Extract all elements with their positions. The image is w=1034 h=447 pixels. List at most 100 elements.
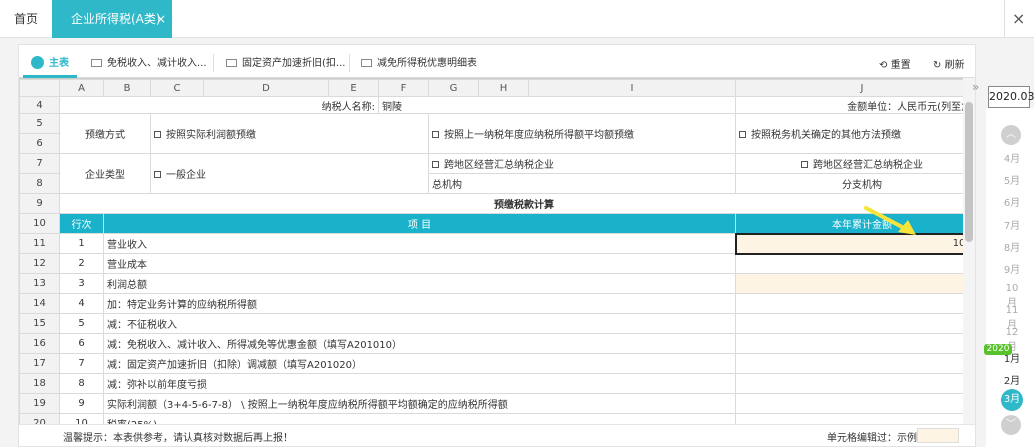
checkbox[interactable] <box>801 161 808 168</box>
amount-cell[interactable]: 0 <box>735 313 963 334</box>
item-label: 减：不征税收入 <box>103 313 736 334</box>
row-header[interactable]: 15 <box>19 313 60 334</box>
table-row: 4 纳税人名称: 铜陵 金额单位：人民币元(列至角分) <box>19 96 963 114</box>
scroll-down-icon[interactable]: ﹀ <box>1001 415 1021 435</box>
row-header[interactable]: 7 <box>19 153 60 174</box>
option-label: 按照实际利润额预缴 <box>166 130 256 141</box>
sheet-icon <box>91 59 102 67</box>
row-header[interactable]: 6 <box>19 133 60 154</box>
column-header[interactable]: F <box>378 79 429 97</box>
column-header[interactable]: G <box>428 79 479 97</box>
table-row: 18 8 减：弥补以前年度亏损 0 <box>19 373 963 394</box>
month-item[interactable]: 4月 <box>1001 150 1023 165</box>
amount-cell-selected[interactable]: 10000 <box>734 232 963 255</box>
subtab-exempt-income[interactable]: 免税收入、减计收入... <box>91 45 207 78</box>
month-item[interactable]: 8月 <box>1001 239 1023 254</box>
amount-cell[interactable]: 0 <box>735 353 963 374</box>
tab-corporate-income-tax-a[interactable]: 企业所得税(A类) × <box>52 0 172 38</box>
enterprise-option-general[interactable]: 一般企业 <box>150 153 429 194</box>
table-row: 13 3 利润总额 0 <box>19 273 963 294</box>
option-label: 跨地区经营汇总纳税企业 <box>444 160 554 171</box>
reset-button[interactable]: ⟲ 重置 <box>879 56 911 71</box>
period-input[interactable]: 2020.03 <box>988 86 1034 108</box>
column-header[interactable]: J <box>735 79 963 97</box>
row-header[interactable]: 10 <box>19 213 60 234</box>
line-no: 1 <box>59 233 104 254</box>
amount-cell[interactable]: 0 <box>735 293 963 314</box>
amount-cell[interactable]: 0 <box>735 393 963 414</box>
month-item[interactable]: 6月 <box>1001 194 1023 209</box>
scrollbar-thumb[interactable] <box>965 102 973 242</box>
vertical-scrollbar[interactable] <box>963 78 975 424</box>
amount-unit: 金额单位：人民币元(列至角分) <box>735 96 963 114</box>
row-header[interactable]: 12 <box>19 253 60 274</box>
item-label: 减：弥补以前年度亏损 <box>103 373 736 394</box>
month-item-current[interactable]: 3月 <box>1001 389 1023 411</box>
checkbox[interactable] <box>154 171 161 178</box>
close-icon[interactable]: × <box>156 0 166 38</box>
taxpayer-name[interactable]: 铜陵 <box>378 96 736 114</box>
prepay-option-average[interactable]: 按照上一纳税年度应纳税所得额平均额预缴 <box>428 113 736 154</box>
row-header[interactable]: 17 <box>19 353 60 374</box>
table-row: 11 1 营业收入 10000 <box>19 232 963 255</box>
table-row: 16 6 减：免税收入、减计收入、所得减免等优惠金额（填写A201010） 0 <box>19 333 963 354</box>
col-amount: 本年累计金额 <box>735 213 963 234</box>
collapse-rail-icon[interactable]: » <box>972 80 979 94</box>
subtab-accelerated-depreciation[interactable]: 固定资产加速折旧(扣... <box>226 45 345 78</box>
sheet-icon <box>31 56 44 69</box>
column-header[interactable]: H <box>478 79 529 97</box>
column-header[interactable]: I <box>528 79 736 97</box>
row-header[interactable]: 9 <box>19 193 60 214</box>
row-header[interactable]: 19 <box>19 393 60 414</box>
checkbox[interactable] <box>154 131 161 138</box>
column-header[interactable]: A <box>59 79 104 97</box>
item-label: 加：特定业务计算的应纳税所得额 <box>103 293 736 314</box>
sheet-icon <box>226 59 237 67</box>
row-header[interactable]: 18 <box>19 373 60 394</box>
branch-label: 分支机构 <box>735 173 963 194</box>
col-item: 项 目 <box>103 213 736 234</box>
prepay-option-other[interactable]: 按照税务机关确定的其他方法预缴 <box>735 113 963 154</box>
month-item[interactable]: 5月 <box>1001 172 1023 187</box>
row-header[interactable]: 13 <box>19 273 60 294</box>
col-line-no: 行次 <box>59 213 104 234</box>
subtab-label: 减免所得税优惠明细表 <box>377 58 477 69</box>
row-header[interactable]: 20 <box>19 413 60 424</box>
prepay-option-actual[interactable]: 按照实际利润额预缴 <box>150 113 429 154</box>
month-item[interactable]: 1月 <box>1001 350 1023 365</box>
column-header[interactable]: B <box>103 79 151 97</box>
scroll-up-icon[interactable]: ︿ <box>1001 125 1021 145</box>
row-header[interactable]: 4 <box>19 96 60 114</box>
table-row: 19 9 实际利润额（3+4-5-6-7-8） \ 按照上一纳税年度应纳税所得额… <box>19 393 963 414</box>
column-header[interactable]: C <box>150 79 204 97</box>
window-close-icon[interactable]: × <box>1012 9 1025 28</box>
refresh-button[interactable]: ↻ 刷新 <box>933 56 965 71</box>
month-item[interactable]: 7月 <box>1001 217 1023 232</box>
enterprise-option-cross-region-hq[interactable]: 跨地区经营汇总纳税企业 <box>428 153 736 174</box>
row-header[interactable]: 11 <box>19 233 60 254</box>
option-label: 一般企业 <box>166 170 206 181</box>
month-item[interactable]: 2月 <box>1001 372 1023 387</box>
amount-cell[interactable]: 0 <box>735 333 963 354</box>
column-header[interactable]: E <box>328 79 379 97</box>
subtab-tax-reduction-details[interactable]: 减免所得税优惠明细表 <box>361 45 477 78</box>
subtab-main[interactable]: 主表 <box>31 45 69 78</box>
table-row: 14 4 加：特定业务计算的应纳税所得额 0 <box>19 293 963 314</box>
amount-cell[interactable]: 0 <box>735 373 963 394</box>
month-item[interactable]: 9月 <box>1001 261 1023 276</box>
amount-cell[interactable]: 0.25 <box>735 413 963 424</box>
row-header[interactable]: 8 <box>19 173 60 194</box>
row-header[interactable]: 5 <box>19 113 60 134</box>
enterprise-option-cross-region-branch[interactable]: 跨地区经营汇总纳税企业 <box>735 153 963 174</box>
amount-cell[interactable]: 0 <box>735 273 963 294</box>
checkbox[interactable] <box>432 161 439 168</box>
item-label: 税率(25%) <box>103 413 736 424</box>
column-header[interactable]: D <box>203 79 329 97</box>
corner-cell[interactable] <box>19 79 60 97</box>
row-header[interactable]: 14 <box>19 293 60 314</box>
amount-cell[interactable]: 0 <box>735 253 963 274</box>
tab-home[interactable]: 首页 <box>0 0 52 38</box>
row-header[interactable]: 16 <box>19 333 60 354</box>
checkbox[interactable] <box>739 131 746 138</box>
checkbox[interactable] <box>432 131 439 138</box>
